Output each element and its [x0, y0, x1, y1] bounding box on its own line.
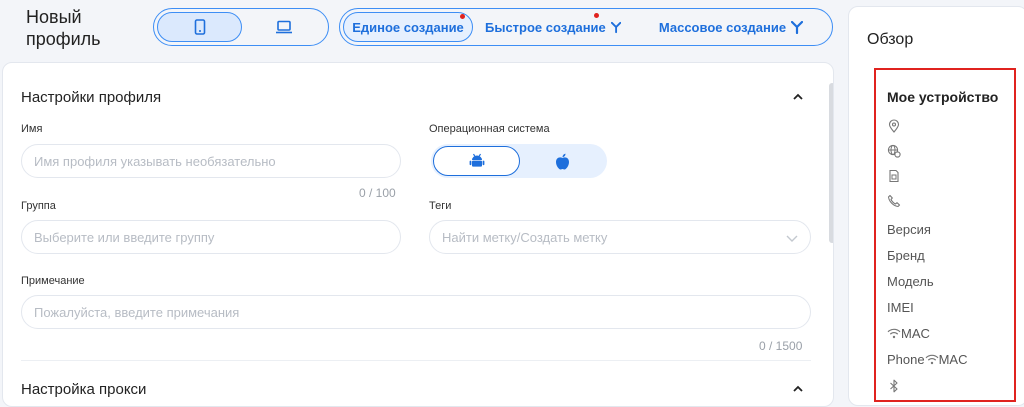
- chevron-up-icon[interactable]: [791, 382, 805, 396]
- tab-label: Единое создание: [352, 19, 464, 35]
- tab-quick-create[interactable]: Быстрое создание: [473, 12, 633, 42]
- imei-row: IMEI: [887, 299, 914, 315]
- os-label: Операционная система: [429, 123, 550, 135]
- network-row: [887, 142, 901, 160]
- my-device-heading: Мое устройство: [887, 89, 999, 105]
- placeholder: Найти метку/Создать метку: [442, 229, 608, 245]
- bluetooth-icon: [890, 379, 898, 393]
- android-option[interactable]: [433, 146, 520, 176]
- tab-label: Массовое создание: [658, 19, 787, 35]
- quick-create-icon: [610, 21, 621, 33]
- profile-settings-title: Настройки профиля: [21, 89, 162, 106]
- os-toggle: [431, 144, 607, 178]
- proxy-settings-title: Настройка прокси: [21, 381, 147, 398]
- location-row: [887, 117, 901, 135]
- phone-call-icon: [887, 194, 901, 208]
- mac-suffix-label: MAC: [938, 351, 968, 367]
- scrollbar-thumb[interactable]: [829, 83, 833, 243]
- name-label: Имя: [21, 123, 43, 135]
- phone-prefix-label: Phone: [887, 351, 925, 367]
- note-char-counter: 0 / 1500: [759, 339, 803, 353]
- new-badge-dot: [460, 14, 465, 19]
- phone-icon: [194, 19, 205, 35]
- new-badge-dot: [594, 13, 599, 18]
- sim-row: [887, 167, 901, 185]
- phone-wifi-mac-row: Phone MAC: [887, 350, 967, 368]
- sim-icon: [889, 169, 899, 183]
- wifi-mac-label: MAC: [901, 325, 930, 341]
- creation-mode-tabs: Единое создание Быстрое создание Массово…: [339, 8, 833, 46]
- placeholder: Выберите или введите группу: [34, 229, 215, 245]
- version-row: Версия: [887, 221, 931, 237]
- group-label: Группа: [21, 200, 56, 212]
- device-type-toggle: [153, 8, 329, 46]
- tab-single-create[interactable]: Единое создание: [343, 12, 473, 42]
- network-icon: [887, 144, 901, 158]
- tags-select[interactable]: Найти метку/Создать метку: [429, 220, 811, 254]
- placeholder: Имя профиля указывать необязательно: [34, 153, 276, 169]
- brand-row: Бренд: [887, 247, 925, 263]
- tab-label: Быстрое создание: [485, 19, 606, 35]
- chevron-up-icon[interactable]: [791, 90, 805, 104]
- name-char-counter: 0 / 100: [359, 186, 396, 200]
- note-label: Примечание: [21, 275, 85, 287]
- note-input[interactable]: Пожалуйста, введите примечания: [21, 295, 811, 329]
- apple-icon: [556, 153, 569, 169]
- tags-label: Теги: [429, 200, 452, 212]
- bulk-create-icon: [791, 20, 804, 34]
- overview-title: Обзор: [867, 31, 914, 48]
- profile-form-card: Настройки профиля Имя Имя профиля указыв…: [2, 62, 834, 407]
- profile-name-input[interactable]: Имя профиля указывать необязательно: [21, 144, 401, 178]
- placeholder: Пожалуйста, введите примечания: [34, 304, 240, 320]
- section-divider: [21, 360, 811, 361]
- page-title: Новый профиль: [26, 7, 101, 49]
- wifi-icon: [925, 354, 939, 364]
- laptop-icon: [275, 20, 292, 34]
- wifi-mac-row: MAC: [887, 324, 930, 342]
- location-icon: [888, 119, 900, 133]
- model-row: Модель: [887, 273, 934, 289]
- bluetooth-row: [887, 377, 901, 395]
- android-icon: [469, 153, 484, 167]
- wifi-icon: [887, 328, 901, 338]
- phone-row: [887, 192, 901, 210]
- phone-device-button[interactable]: [157, 12, 242, 42]
- tab-bulk-create[interactable]: Массовое создание: [633, 12, 829, 42]
- desktop-device-button[interactable]: [242, 12, 325, 42]
- ios-option[interactable]: [520, 146, 605, 176]
- chevron-down-icon: [786, 235, 798, 242]
- group-input[interactable]: Выберите или введите группу: [21, 220, 401, 254]
